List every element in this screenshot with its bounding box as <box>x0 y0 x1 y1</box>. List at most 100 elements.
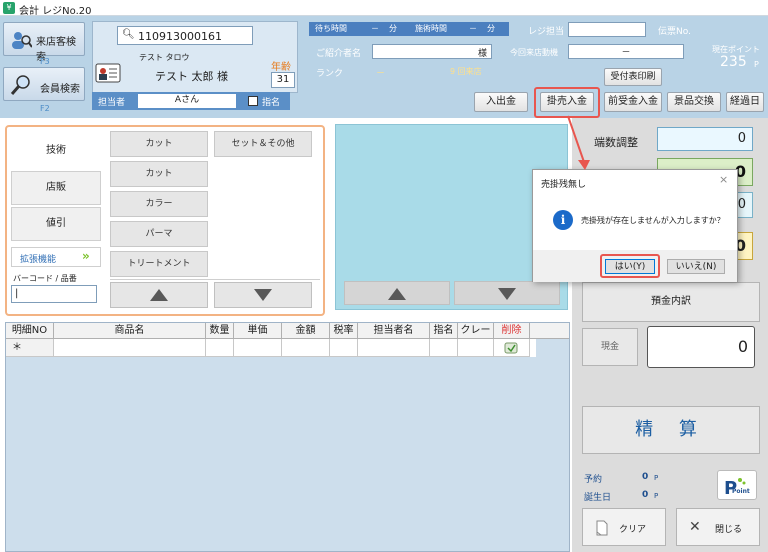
advance-payment-button[interactable]: 前受金入金 <box>604 92 662 112</box>
yes-button[interactable]: はい(Y) <box>605 259 655 274</box>
designate-checkbox[interactable] <box>248 96 258 106</box>
wait-time-unit: 分 <box>389 24 397 33</box>
scroll-up-button[interactable] <box>110 282 208 308</box>
current-point-value: 235 <box>720 54 747 70</box>
menu-item[interactable]: カラー <box>110 191 208 217</box>
double-chevron-right-icon: » <box>82 249 90 263</box>
dialog-message: 売掛残が存在しませんが入力しますか？ <box>581 216 725 225</box>
cell-quantity[interactable] <box>206 339 234 357</box>
magnifier-icon <box>10 75 30 95</box>
visit-customer-search-button[interactable]: 来店客検索 <box>3 22 85 63</box>
people-search-icon <box>12 32 32 49</box>
rank-label: ランク <box>316 69 344 79</box>
staff-bar: 担当者 Aさん 指名 <box>92 92 290 110</box>
category-retail[interactable]: 店販 <box>11 171 101 205</box>
menu-item[interactable]: カット <box>110 161 208 187</box>
cell-claim[interactable] <box>458 339 494 357</box>
customer-name: テスト 太郎 様 <box>155 70 228 83</box>
clear-button[interactable]: クリア <box>582 508 666 546</box>
staff-label: 担当者 <box>98 98 126 108</box>
arrow-up-icon <box>388 288 406 300</box>
sub-scroll-down-button[interactable] <box>454 281 560 305</box>
column-header: 税率 <box>330 323 358 339</box>
age-label: 年齢 <box>271 62 291 73</box>
sub-scroll-up-button[interactable] <box>344 281 450 305</box>
column-header: 削除 <box>494 323 530 339</box>
member-search-button[interactable]: 会員検索 <box>3 67 85 101</box>
app-icon: ¥ <box>3 2 15 14</box>
table-row[interactable]: ＊ <box>6 339 536 357</box>
close-button[interactable]: ✕ 閉じる <box>676 508 760 546</box>
menu-item[interactable]: パーマ <box>110 221 208 247</box>
cell-unit-price[interactable] <box>234 339 282 357</box>
detail-grid: 明細NO 商品名 数量 単価 金額 税率 担当者名 指名 クレー 削除 ＊ <box>5 322 570 552</box>
menu-item[interactable]: カット <box>110 131 208 157</box>
past-days-button[interactable]: 経過日 <box>726 92 764 112</box>
delete-row-icon[interactable] <box>504 342 518 354</box>
new-row-marker: ＊ <box>6 339 54 357</box>
cell-delete[interactable] <box>494 339 530 357</box>
dialog-close-icon[interactable]: × <box>719 173 728 186</box>
search-icon: 🔍︎ <box>122 29 135 40</box>
category-discount[interactable]: 値引 <box>11 207 101 241</box>
menu-item[interactable]: セット＆その他 <box>214 131 312 157</box>
birthday-points: 0 <box>642 490 649 500</box>
close-label: 閉じる <box>715 525 743 535</box>
rounding-value[interactable]: 0 <box>657 127 753 151</box>
slip-no-label: 伝票No. <box>658 27 691 37</box>
time-bar: 待ち時間 － 分 施術時間 － 分 <box>309 22 509 36</box>
title-bar: ¥ 会計 レジNo.20 <box>0 0 768 17</box>
clear-icon <box>596 520 608 536</box>
barcode-input[interactable]: | <box>11 285 97 303</box>
introducer-field[interactable]: 様 <box>372 44 492 59</box>
no-button[interactable]: いいえ(N) <box>667 259 725 274</box>
scroll-down-button[interactable] <box>214 282 312 308</box>
window-title: 会計 レジNo.20 <box>19 6 92 17</box>
member-card-icon[interactable] <box>95 62 121 84</box>
rounding-label: 端数調整 <box>594 136 638 149</box>
introducer-label: ご紹介者名 <box>316 49 362 59</box>
last-visit-label: 今回来店動機 <box>510 48 558 57</box>
introducer-suffix: 様 <box>477 49 487 59</box>
column-header: 商品名 <box>54 323 206 339</box>
last-visit-field[interactable]: － <box>568 44 684 59</box>
cell-product[interactable] <box>54 339 206 357</box>
column-header: 明細NO <box>6 323 54 339</box>
cell-designate[interactable] <box>430 339 458 357</box>
cell-amount[interactable] <box>282 339 330 357</box>
arrow-up-icon <box>150 289 168 301</box>
customer-card: 🔍︎ 110913000161 テスト タロウ テスト 太郎 様 年齢 31 <box>92 21 298 93</box>
info-icon: i <box>553 210 573 230</box>
register-staff-field[interactable] <box>568 22 646 37</box>
wait-time-label: 待ち時間 <box>315 24 347 33</box>
visit-count: 9 回来店 <box>450 67 482 76</box>
cell-tax[interactable] <box>330 339 358 357</box>
column-header: 数量 <box>206 323 234 339</box>
customer-id-field[interactable]: 🔍︎ 110913000161 <box>117 26 253 45</box>
column-header: 担当者名 <box>358 323 430 339</box>
extended-function-button[interactable]: 拡張機能 » <box>11 247 101 267</box>
grid-header: 明細NO 商品名 数量 単価 金額 税率 担当者名 指名 クレー 削除 <box>6 323 569 339</box>
settle-button[interactable]: 精 算 <box>582 406 760 454</box>
age-value: 31 <box>271 72 295 88</box>
menu-item[interactable]: トリートメント <box>110 251 208 277</box>
staff-field[interactable]: Aさん <box>138 94 236 108</box>
rank-value: － <box>376 69 386 79</box>
receipt-print-button[interactable]: 受付表印刷 <box>604 68 662 86</box>
credit-payment-button[interactable]: 掛売入金 <box>540 92 594 112</box>
deposit-withdraw-button[interactable]: 入出金 <box>474 92 528 112</box>
cash-input[interactable]: 0 <box>647 326 755 368</box>
f3-key-label: F3 <box>40 57 50 66</box>
point-button[interactable]: P Point <box>717 470 757 500</box>
column-header: 単価 <box>234 323 282 339</box>
current-point-unit: P <box>754 60 759 69</box>
wait-time-value: － <box>371 24 379 33</box>
reservation-unit: P <box>654 474 659 482</box>
cell-staff[interactable] <box>358 339 430 357</box>
deposit-detail-button[interactable]: 預金内訳 <box>582 282 760 322</box>
category-tech[interactable]: 技術 <box>11 133 101 169</box>
birthday-label: 誕生日 <box>584 493 612 503</box>
barcode-label: バーコード / 品番 <box>13 274 77 283</box>
prize-exchange-button[interactable]: 景品交換 <box>667 92 721 112</box>
birthday-unit: P <box>654 492 659 500</box>
